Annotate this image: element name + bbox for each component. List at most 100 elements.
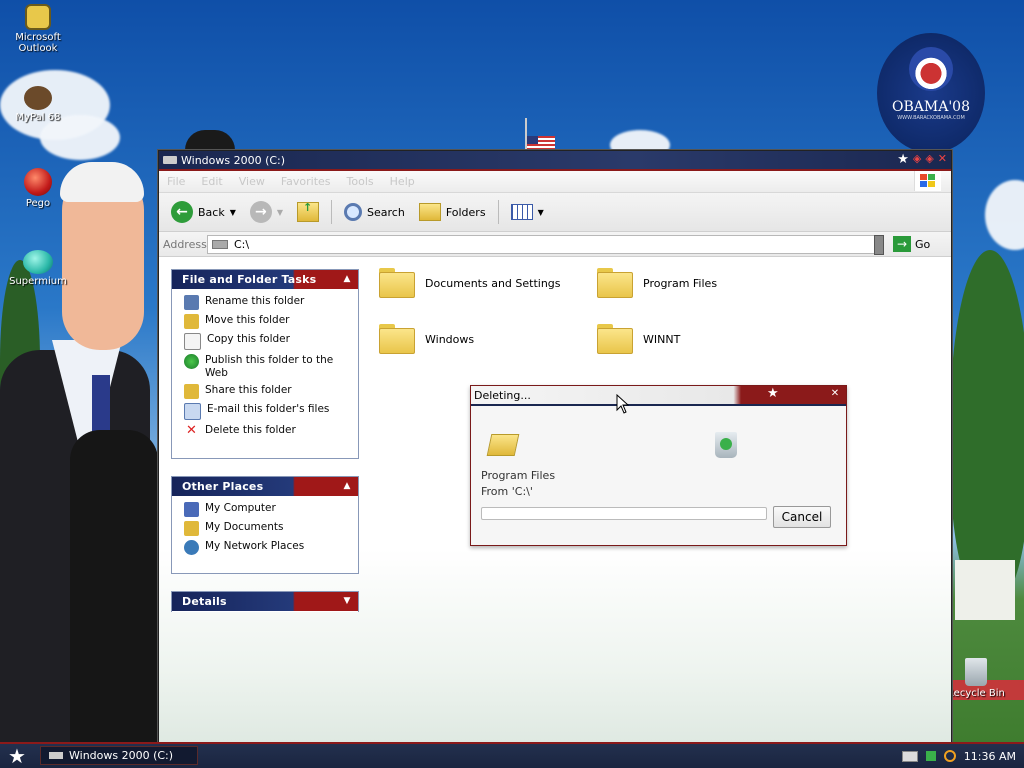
task-move[interactable]: Move this folder	[184, 314, 350, 329]
menu-tools[interactable]: Tools	[347, 175, 374, 188]
task-email[interactable]: E-mail this folder's files	[184, 403, 350, 420]
tree	[950, 250, 1024, 600]
task-label: Copy this folder	[207, 333, 290, 345]
desktop-icon-label: Recycle Bin	[947, 688, 1005, 699]
toolbar-separator	[331, 200, 333, 224]
search-label: Search	[367, 205, 405, 219]
dialog-titlebar[interactable]: Deleting... ★ ✕	[471, 386, 846, 406]
place-my-computer[interactable]: My Computer	[184, 502, 350, 517]
obama-logo-icon	[909, 47, 953, 91]
clock[interactable]: 11:36 AM	[964, 750, 1016, 763]
folder-item[interactable]: Program Files	[597, 268, 717, 298]
menu-edit[interactable]: Edit	[201, 175, 222, 188]
supermium-icon	[23, 250, 53, 274]
desktop-icon-label: MyPal 68	[15, 112, 61, 123]
views-button[interactable]: ▼	[507, 202, 548, 222]
go-arrow-icon: →	[893, 236, 911, 252]
obama-badge-url: WWW.BARACKOBAMA.COM	[897, 115, 965, 121]
task-label: Move this folder	[205, 314, 290, 326]
search-icon[interactable]	[943, 750, 956, 762]
folders-icon	[418, 203, 441, 221]
window-title: Windows 2000 (C:)	[181, 153, 286, 167]
drive-icon	[163, 156, 177, 164]
folder-item[interactable]: Documents and Settings	[379, 268, 561, 298]
folder-item[interactable]: WINNT	[597, 324, 680, 354]
task-share[interactable]: Share this folder	[184, 384, 350, 399]
folder-label: Documents and Settings	[425, 276, 561, 290]
globe-icon	[184, 354, 199, 369]
folders-button[interactable]: Folders	[415, 201, 490, 223]
panel-title: Details	[182, 595, 227, 608]
expand-icon[interactable]: ▼	[340, 594, 354, 608]
network-icon[interactable]	[925, 751, 936, 761]
deleting-item-source: From 'C:\'	[481, 485, 533, 498]
task-delete[interactable]: ✕ Delete this folder	[184, 424, 350, 439]
star-icon: ★	[897, 152, 909, 167]
up-button[interactable]: ↑	[293, 200, 323, 224]
details-panel: Details ▼	[171, 591, 359, 612]
back-button[interactable]: ← Back ▼	[167, 199, 240, 225]
folder-icon	[597, 324, 633, 354]
mouse-cursor-icon	[616, 394, 630, 414]
delete-x-icon: ✕	[186, 423, 197, 438]
views-icon	[510, 204, 533, 220]
search-icon	[344, 203, 363, 221]
other-places-header[interactable]: Other Places ▲	[172, 477, 358, 496]
task-publish[interactable]: Publish this folder to the Web	[184, 354, 350, 380]
desktop-icon-label: Pego	[25, 198, 51, 209]
menu-bar: File Edit View Favorites Tools Help	[159, 171, 951, 193]
address-value: C:\	[234, 237, 250, 251]
folder-icon	[379, 268, 415, 298]
menu-file[interactable]: File	[167, 175, 185, 188]
search-button[interactable]: Search	[340, 201, 409, 223]
start-button[interactable]: ★	[6, 745, 28, 767]
copy-icon	[184, 333, 201, 350]
toolbar-separator	[497, 200, 499, 224]
desktop-icon-mypal[interactable]: MyPal 68	[0, 86, 78, 123]
cancel-button[interactable]: Cancel	[773, 506, 831, 528]
collapse-icon[interactable]: ▲	[340, 479, 354, 493]
address-dropdown[interactable]	[874, 234, 884, 255]
maximize-button[interactable]: ◈	[925, 152, 933, 167]
task-label: Rename this folder	[205, 295, 305, 307]
minimize-button[interactable]: ◈	[913, 152, 921, 167]
desktop-icon-pego[interactable]: Pego	[0, 168, 78, 209]
desktop-icon-label: Supermium	[9, 276, 67, 287]
forward-button[interactable]: → ▼	[246, 199, 287, 225]
collapse-icon[interactable]: ▲	[340, 272, 354, 286]
task-copy[interactable]: Copy this folder	[184, 333, 350, 350]
taskbar: ★ Windows 2000 (C:) 11:36 AM	[0, 742, 1024, 768]
window-titlebar[interactable]: Windows 2000 (C:) ★ ◈ ◈ ✕	[159, 151, 951, 171]
file-folder-tasks-panel: File and Folder Tasks ▲ Rename this fold…	[171, 269, 359, 459]
file-folder-tasks-header[interactable]: File and Folder Tasks ▲	[172, 270, 358, 289]
obama-badge: OBAMA'08 WWW.BARACKOBAMA.COM	[877, 33, 985, 153]
obama-badge-text: OBAMA'08	[892, 99, 970, 115]
task-rename[interactable]: Rename this folder	[184, 295, 350, 310]
go-button[interactable]: → Go	[893, 236, 930, 252]
folder-item[interactable]: Windows	[379, 324, 474, 354]
dialog-close-button[interactable]: ✕	[828, 387, 842, 401]
cloud	[985, 180, 1024, 250]
other-places-panel: Other Places ▲ My Computer My Documents …	[171, 476, 359, 574]
toolbar: ← Back ▼ → ▼ ↑ Search Folders ▼	[159, 193, 951, 232]
menu-favorites[interactable]: Favorites	[281, 175, 331, 188]
back-arrow-icon: ←	[171, 201, 193, 223]
place-label: My Network Places	[205, 540, 305, 552]
white-house	[955, 560, 1015, 620]
close-button[interactable]: ✕	[938, 152, 947, 167]
share-icon	[184, 384, 199, 399]
person-hair	[185, 130, 235, 152]
details-header[interactable]: Details ▼	[172, 592, 358, 611]
taskbar-window-button[interactable]: Windows 2000 (C:)	[40, 746, 198, 765]
address-input[interactable]: C:\	[207, 234, 884, 255]
desktop-icon-supermium[interactable]: Supermium	[0, 250, 78, 287]
place-my-network[interactable]: My Network Places	[184, 540, 350, 555]
folder-label: Windows	[425, 332, 475, 346]
keyboard-icon[interactable]	[901, 750, 918, 762]
menu-view[interactable]: View	[239, 175, 265, 188]
drive-icon	[212, 239, 228, 249]
desktop-icon-outlook[interactable]: Microsoft Outlook	[0, 4, 78, 54]
menu-help[interactable]: Help	[390, 175, 415, 188]
folder-label: WINNT	[643, 332, 681, 346]
place-my-documents[interactable]: My Documents	[184, 521, 350, 536]
